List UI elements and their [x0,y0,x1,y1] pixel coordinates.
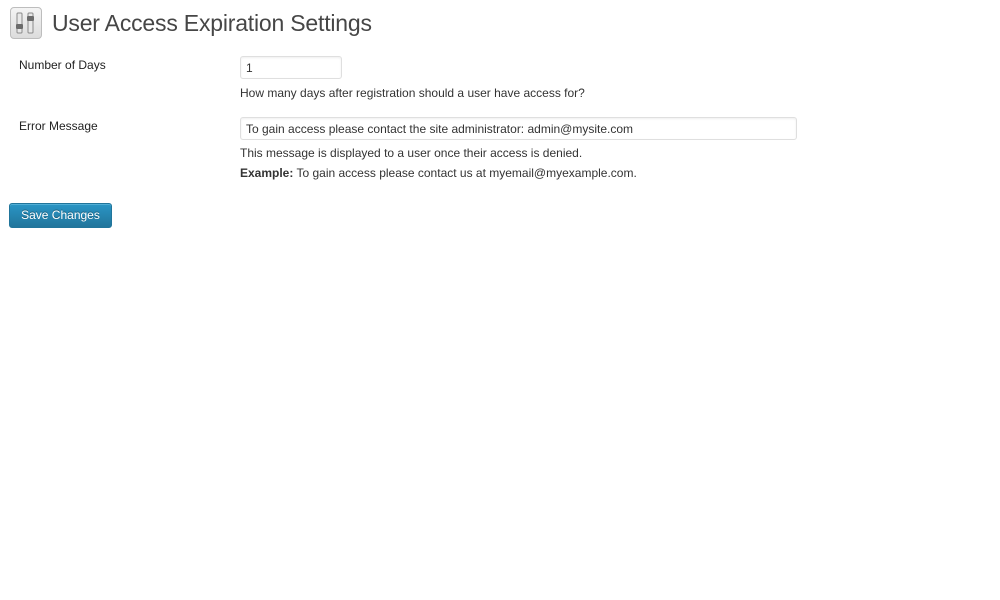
days-label: Number of Days [19,58,106,72]
days-field-group: How many days after registration should … [240,56,585,101]
error-message-field-group: This message is displayed to a user once… [240,117,797,181]
error-message-input[interactable] [240,117,797,140]
days-description: How many days after registration should … [240,86,585,100]
page-title: User Access Expiration Settings [52,10,372,36]
page-header: User Access Expiration Settings [10,6,372,40]
error-message-description: This message is displayed to a user once… [240,146,583,160]
settings-sliders-icon [10,7,42,39]
error-message-label: Error Message [19,119,98,133]
save-changes-button[interactable]: Save Changes [9,203,112,228]
error-message-example: Example: To gain access please contact u… [240,165,797,181]
example-text: To gain access please contact us at myem… [293,166,637,180]
settings-page: User Access Expiration Settings Number o… [0,0,1000,600]
days-input[interactable] [240,56,342,79]
example-label: Example: [240,166,294,180]
